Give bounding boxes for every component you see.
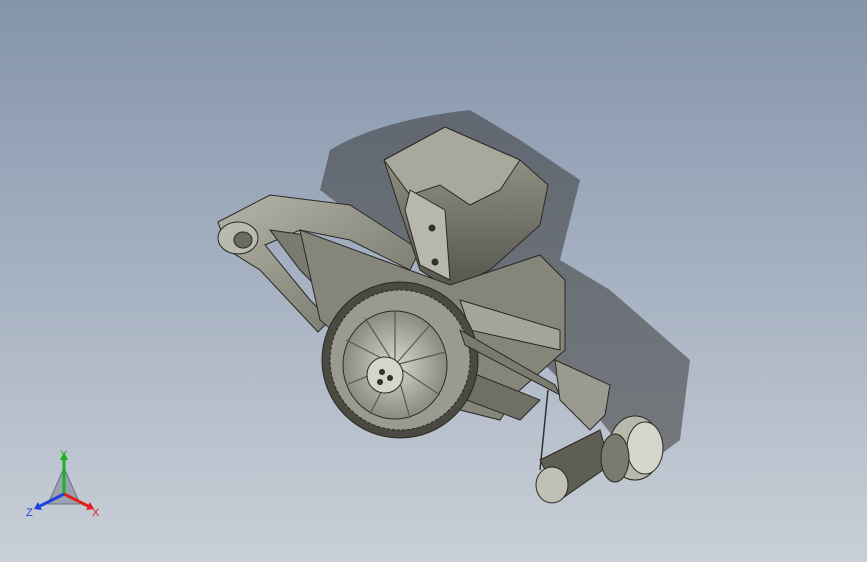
y-axis-label: Y <box>60 449 68 461</box>
z-axis-label: Z <box>26 507 33 519</box>
model-render[interactable] <box>0 0 867 562</box>
wheel-assembly <box>535 415 664 504</box>
triad-graphic: Y X Z <box>26 449 100 519</box>
graphics-viewport[interactable]: Y X Z <box>0 0 867 562</box>
x-axis-label: X <box>92 507 100 519</box>
orientation-triad: Y X Z <box>22 448 112 528</box>
fan-gear <box>321 281 479 439</box>
